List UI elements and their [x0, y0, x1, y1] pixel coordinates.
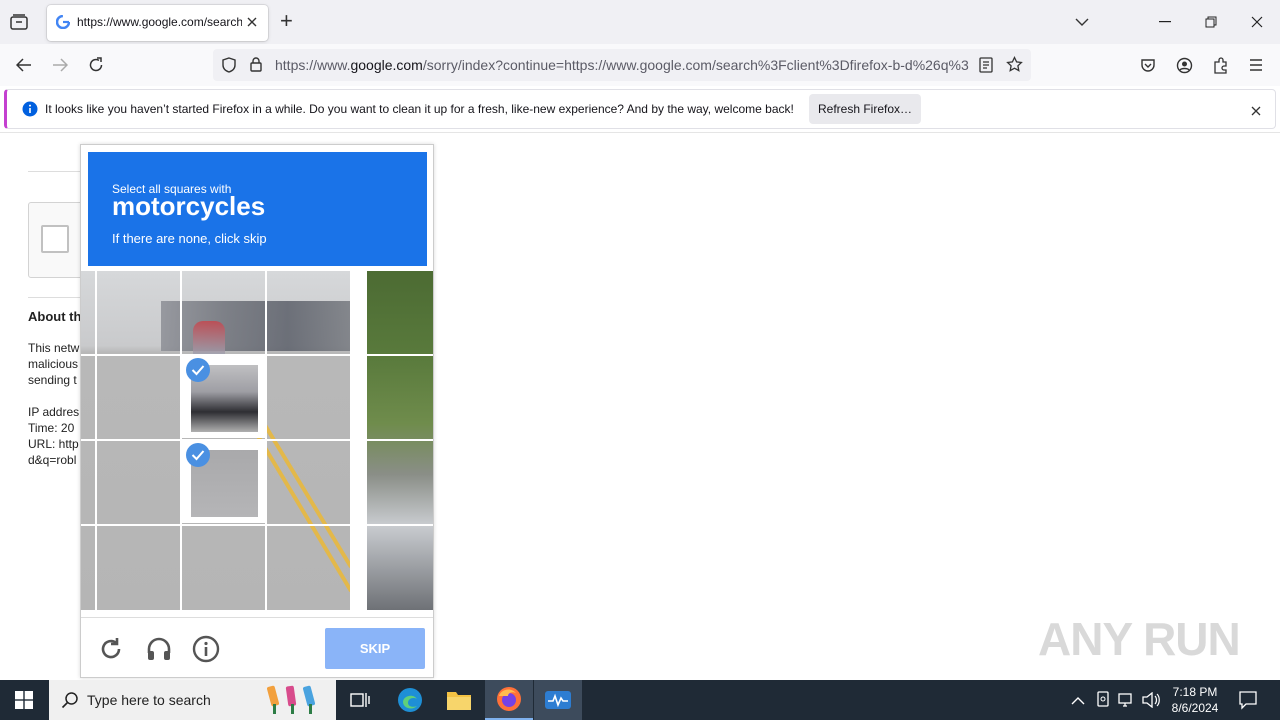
tray-device-icon[interactable] — [1095, 691, 1111, 714]
new-tab-icon[interactable]: + — [280, 10, 293, 32]
pocket-icon[interactable] — [1133, 50, 1163, 80]
anyrun-icon[interactable] — [534, 680, 582, 720]
network-icon[interactable] — [1118, 692, 1136, 713]
shield-icon[interactable] — [221, 57, 237, 78]
tile-selected-check-icon — [186, 358, 210, 382]
lock-icon[interactable] — [249, 56, 263, 77]
forward-icon[interactable] — [45, 50, 75, 80]
tab-title: https://www.google.com/search — [77, 15, 242, 29]
search-icon — [61, 691, 79, 714]
tile-selected-check-icon — [186, 443, 210, 467]
captcha-tile[interactable] — [182, 526, 265, 608]
minimize-icon[interactable] — [1145, 6, 1185, 38]
taskbar-clock[interactable]: 7:18 PM 8/6/2024 — [1166, 684, 1224, 716]
captcha-tile[interactable] — [367, 441, 433, 523]
captcha-tile[interactable] — [367, 526, 433, 608]
about-heading: About th — [28, 309, 82, 324]
clock-date: 8/6/2024 — [1171, 701, 1219, 715]
captcha-target-word: motorcycles — [112, 191, 266, 221]
close-tab-icon[interactable] — [246, 15, 258, 33]
captcha-tile[interactable] — [97, 526, 180, 608]
windows-start-icon[interactable] — [0, 680, 48, 720]
captcha-tile[interactable] — [367, 356, 433, 438]
active-tab[interactable]: https://www.google.com/search — [47, 5, 268, 41]
restore-icon[interactable] — [1191, 6, 1231, 38]
time-line: Time: 20 — [28, 421, 75, 435]
tab-strip: https://www.google.com/search + — [0, 0, 1280, 44]
url-host: google.com — [350, 57, 423, 73]
captcha-tile[interactable] — [97, 271, 180, 353]
captcha-tile[interactable] — [267, 356, 350, 438]
google-favicon — [55, 14, 71, 34]
firefox-icon[interactable] — [485, 680, 533, 720]
url-bar[interactable]: https://www.google.com/sorry/index?conti… — [213, 49, 1031, 81]
captcha-tile[interactable] — [367, 271, 433, 353]
captcha-subinstruction: If there are none, click skip — [112, 231, 267, 246]
captcha-tile[interactable] — [97, 441, 180, 523]
captcha-tile[interactable] — [97, 356, 180, 438]
url-prefix: https://www. — [275, 57, 351, 73]
skip-button[interactable]: SKIP — [325, 628, 425, 669]
tab-list-icon[interactable] — [8, 12, 30, 37]
info-circle-icon[interactable] — [192, 635, 220, 668]
menu-icon[interactable] — [1241, 50, 1271, 80]
taskbar: Type here to search 7:18 PM 8/6/2024 — [0, 680, 1280, 720]
headphones-icon[interactable] — [145, 635, 173, 668]
notifications-icon[interactable] — [1238, 690, 1258, 715]
captcha-header: Select all squares with motorcycles If t… — [88, 152, 427, 266]
edge-icon[interactable] — [386, 680, 434, 720]
taskbar-search-box[interactable]: Type here to search — [49, 680, 336, 720]
captcha-challenge: Select all squares with motorcycles If t… — [80, 144, 434, 678]
bookmark-star-icon[interactable] — [1006, 55, 1023, 78]
captcha-tile[interactable] — [267, 526, 350, 608]
captcha-tile[interactable] — [267, 271, 350, 353]
back-icon[interactable] — [9, 50, 39, 80]
recaptcha-checkbox[interactable] — [41, 225, 69, 253]
close-window-icon[interactable] — [1237, 6, 1277, 38]
reload-icon[interactable] — [81, 50, 111, 80]
taskbar-search-placeholder: Type here to search — [87, 692, 211, 708]
notification-message: It looks like you haven’t started Firefo… — [45, 102, 794, 116]
divider — [28, 297, 88, 298]
divider — [28, 171, 88, 172]
navigation-bar: https://www.google.com/sorry/index?conti… — [0, 44, 1280, 86]
reload-captcha-icon[interactable] — [98, 636, 124, 667]
recaptcha-widget — [28, 202, 88, 278]
refresh-firefox-button[interactable]: Refresh Firefox… — [809, 94, 921, 124]
search-highlight-icon — [265, 684, 329, 721]
clock-time: 7:18 PM — [1172, 685, 1218, 699]
url-line-2: d&q=robl — [28, 453, 77, 467]
anyrun-watermark: ANY RUN — [1038, 613, 1241, 665]
file-explorer-icon[interactable] — [435, 680, 483, 720]
info-icon — [22, 101, 38, 122]
ip-address-line: IP addres — [28, 405, 80, 419]
chevron-down-icon[interactable] — [1062, 6, 1102, 38]
url-text[interactable]: https://www.google.com/sorry/index?conti… — [275, 57, 969, 73]
url-path: /sorry/index?continue=https://www.google… — [422, 57, 969, 73]
captcha-tile[interactable] — [267, 441, 350, 523]
page-line-1: This netw — [28, 341, 80, 355]
account-icon[interactable] — [1169, 50, 1199, 80]
notification-bar: It looks like you haven’t started Firefo… — [4, 89, 1276, 129]
volume-icon[interactable] — [1142, 691, 1160, 713]
url-line: URL: http — [28, 437, 79, 451]
tray-chevron-up-icon[interactable] — [1071, 693, 1085, 711]
task-view-icon[interactable] — [336, 680, 384, 720]
reader-icon[interactable] — [979, 57, 993, 78]
extensions-icon[interactable] — [1205, 50, 1235, 80]
page-line-3: sending t — [28, 373, 77, 387]
captcha-footer: SKIP — [81, 617, 433, 677]
captcha-tile[interactable] — [182, 271, 265, 353]
close-icon[interactable] — [1251, 103, 1261, 121]
page-line-2: malicious — [28, 357, 79, 371]
